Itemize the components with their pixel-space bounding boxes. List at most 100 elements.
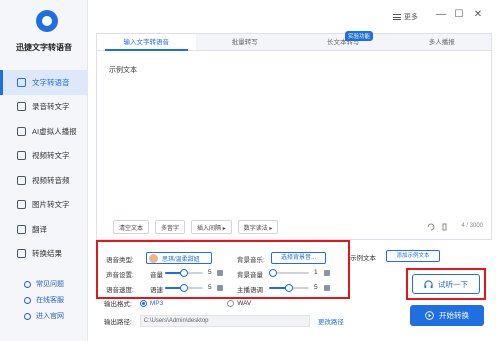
pitch-speaker-icon [324, 285, 330, 291]
pitch-value: 5 [314, 284, 318, 291]
speed-row: 语音速度: 语速 [106, 284, 163, 294]
bg-volume-label: 背景音量 [237, 269, 263, 279]
try-listen-button[interactable]: 试听一下 [412, 274, 480, 294]
pitch-label: 主播语调 [237, 284, 263, 294]
sidebar-item-record-to-text[interactable]: 录音转文字 [0, 95, 88, 120]
editor-toolbar: 清空文本 多音字 插入间隔 ▸ 数字读法 ▸ [113, 220, 279, 234]
website-link[interactable]: 进入官网 [0, 308, 88, 324]
speed-slider[interactable] [165, 284, 203, 292]
support-link[interactable]: 在线客服 [0, 292, 88, 308]
link-label: 在线客服 [36, 297, 64, 304]
sample-text-label: 示例文本 [350, 255, 376, 262]
pitch-slider[interactable] [269, 284, 309, 292]
change-path-link[interactable]: 更改路径 [318, 316, 344, 326]
output-format-label: 输出格式: [104, 301, 132, 308]
voice-type-row: 语音类型: [106, 254, 136, 264]
beta-badge: 实验功能 [345, 31, 374, 41]
result-icon [17, 249, 26, 259]
start-convert-button[interactable]: 开始转换 [410, 305, 484, 326]
polyphone-button[interactable]: 多音字 [155, 220, 186, 234]
sidebar-item-label: 视频转文字 [32, 151, 70, 161]
editor-panel: 输入文字转语音 批量转写 长文本转写 多人播报 实验功能 示例文本 清空文本 多… [96, 31, 492, 240]
link-label: 进入官网 [36, 313, 64, 320]
sound-label: 声音设置: [106, 272, 134, 279]
delete-icon [442, 223, 447, 231]
sidebar-item-image-to-text[interactable]: 图片转文字 [0, 193, 88, 218]
tab-long-text[interactable]: 长文本转写 [294, 34, 393, 50]
sound-row: 声音设置: 音量 [106, 269, 163, 279]
voice-settings-panel: 语音类型: 思琪/温柔甜妞 背景音乐: 选择背景音... 声音设置: 音量 5 背… [96, 240, 350, 299]
avatar-icon [17, 126, 26, 136]
insert-pause-button[interactable]: 插入间隔 ▸ [191, 220, 232, 234]
volume-slider[interactable] [165, 269, 203, 277]
menu-icon [393, 14, 401, 20]
output-path-input[interactable]: C:\Users\Admin\desktop [139, 315, 310, 327]
pitch-knob[interactable] [285, 284, 293, 292]
bg-volume-value: 1 [314, 269, 318, 276]
speech-icon [17, 77, 26, 87]
sidebar-item-text-to-speech[interactable]: 文字转语音 [0, 70, 88, 95]
sidebar-item-results[interactable]: 转换结果 [0, 242, 88, 267]
bg-volume-slider[interactable] [269, 269, 309, 277]
play-icon [425, 311, 434, 320]
output-path-row: 输出路径: C:\Users\Admin\desktop 更改路径 [104, 315, 344, 327]
bg-volume-label-text: 背景音量 [237, 272, 263, 279]
sidebar: 迅捷文字转语音 文字转语音 录音转文字 AI虚拟人播报 视频转文字 视频转音频 … [0, 0, 88, 341]
tab-batch[interactable]: 批量转写 [196, 34, 295, 50]
video-audio-icon [17, 175, 26, 185]
mp3-radio[interactable] [139, 299, 147, 307]
output-format-row: 输出格式: MP3 WAV [104, 298, 251, 308]
bgm-label: 背景音乐: [237, 254, 265, 264]
wav-label: WAV [237, 299, 252, 307]
voice-type-label: 语音类型: [106, 257, 134, 264]
sidebar-item-video-to-audio[interactable]: 视频转音频 [0, 168, 88, 193]
volume-speaker-icon [217, 270, 223, 276]
add-sample-button[interactable]: 添加示例文本 [386, 250, 440, 262]
voice-name: 思琪/温柔甜妞 [162, 256, 200, 263]
faq-link[interactable]: 常见问题 [0, 276, 88, 292]
sidebar-item-label: 翻译 [32, 224, 47, 234]
number-reading-button[interactable]: 数字读法 ▸ [237, 220, 279, 234]
support-icon [24, 296, 31, 304]
maximize-button[interactable]: ☐ [453, 9, 465, 21]
sidebar-item-translate[interactable]: 翻译 [0, 217, 88, 242]
sidebar-item-video-to-text[interactable]: 视频转文字 [0, 144, 88, 169]
undo-redo-icons [427, 223, 447, 231]
clear-text-button[interactable]: 清空文本 [113, 220, 150, 234]
speed-label: 语音速度: [106, 287, 134, 294]
text-editor[interactable]: 示例文本 [109, 65, 137, 75]
tab-multi-speaker[interactable]: 多人播报 [393, 34, 492, 50]
record-icon [17, 102, 26, 112]
volume-label: 音量 [150, 272, 163, 279]
bg-volume-knob[interactable] [269, 269, 277, 277]
video-icon [17, 151, 26, 161]
voice-select-button[interactable]: 思琪/温柔甜妞 [146, 252, 212, 264]
sidebar-item-label: 图片转文字 [32, 200, 70, 210]
translate-icon [17, 224, 26, 234]
sidebar-item-label: 视频转音频 [32, 175, 70, 185]
char-count: 4 / 3000 [461, 223, 483, 229]
try-listen-label: 试听一下 [438, 279, 468, 289]
bgm-select-button[interactable]: 选择背景音... [271, 252, 326, 264]
output-path-label: 输出路径: [104, 319, 132, 326]
app-title: 迅捷文字转语音 [16, 43, 72, 52]
image-icon [17, 200, 26, 210]
minimize-button[interactable]: — [435, 9, 447, 21]
wav-radio[interactable] [227, 299, 235, 307]
undo-icon [427, 223, 435, 231]
sidebar-item-label: 录音转文字 [32, 102, 70, 112]
tab-input-text[interactable]: 输入文字转语音 [97, 34, 196, 51]
volume-value: 5 [208, 269, 212, 276]
website-icon [24, 312, 31, 320]
sidebar-nav: 文字转语音 录音转文字 AI虚拟人播报 视频转文字 视频转音频 图片转文字 翻译… [0, 70, 88, 266]
close-button[interactable]: ✕ [472, 9, 484, 21]
speed-knob[interactable] [180, 284, 188, 292]
sidebar-item-label: 文字转语音 [32, 77, 70, 87]
more-menu[interactable]: 更多 [393, 12, 418, 22]
sidebar-item-ai-avatar[interactable]: AI虚拟人播报 [0, 119, 88, 144]
sidebar-links: 常见问题 在线客服 进入官网 [0, 276, 88, 324]
speed-speaker-icon [217, 285, 223, 291]
volume-knob[interactable] [180, 269, 188, 277]
speed-sub-label: 语速 [150, 287, 163, 294]
mp3-label: MP3 [149, 299, 164, 307]
